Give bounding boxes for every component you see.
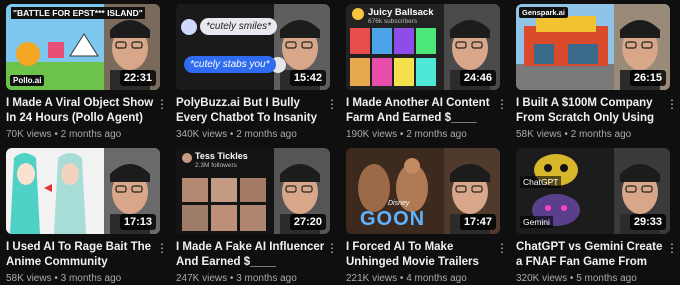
- video-card[interactable]: ChatGPT Gemini 29:33 ChatGPT vs Gemini C…: [516, 148, 678, 284]
- video-thumbnail[interactable]: *cutely smiles* *cutely stabs you* 15:42: [176, 4, 330, 90]
- video-thumbnail[interactable]: Tess Tickles 2.3M followers 27:20: [176, 148, 330, 234]
- subscriber-count: 676k subscribers: [368, 18, 418, 25]
- thumbnail-badge: Genspark.ai: [519, 7, 568, 18]
- video-title[interactable]: I Forced AI To Make Unhinged Movie Trail…: [346, 240, 496, 270]
- view-count: 320K views: [516, 273, 568, 284]
- video-thumbnail[interactable]: 17:13: [6, 148, 160, 234]
- video-title[interactable]: I Used AI To Rage Bait The Anime Communi…: [6, 240, 156, 270]
- more-vertical-icon[interactable]: ⋮: [156, 97, 168, 111]
- video-thumbnail[interactable]: ChatGPT Gemini 29:33: [516, 148, 670, 234]
- video-duration: 15:42: [289, 70, 326, 86]
- chat-bubble: *cutely stabs you*: [184, 56, 276, 73]
- video-card[interactable]: Genspark.ai 26:15 I Built A $100M Compan…: [516, 4, 678, 140]
- video-meta: 221K views • 4 months ago: [346, 273, 467, 284]
- video-card[interactable]: Tess Tickles 2.3M followers 27:20 I Made…: [176, 148, 338, 284]
- video-thumbnail[interactable]: Genspark.ai 26:15: [516, 4, 670, 90]
- upload-age: 2 months ago: [406, 129, 467, 140]
- video-thumbnail[interactable]: "BATTLE FOR EPST*** ISLAND" Pollo.ai 22:…: [6, 4, 160, 90]
- video-title[interactable]: I Made A Viral Object Show In 24 Hours (…: [6, 96, 156, 126]
- video-title[interactable]: PolyBuzz.ai But I Bully Every Chatbot To…: [176, 96, 326, 126]
- upload-age: 3 months ago: [236, 273, 297, 284]
- thumbnail-badge: Pollo.ai: [10, 75, 45, 86]
- more-vertical-icon[interactable]: ⋮: [666, 241, 678, 255]
- video-thumbnail[interactable]: Disney GOON 17:47: [346, 148, 500, 234]
- video-meta: 70K views • 2 months ago: [6, 129, 122, 140]
- video-card[interactable]: 17:13 I Used AI To Rage Bait The Anime C…: [6, 148, 168, 284]
- video-duration: 22:31: [119, 70, 156, 86]
- ai-label: ChatGPT: [520, 176, 562, 188]
- video-duration: 29:33: [629, 214, 666, 230]
- more-vertical-icon[interactable]: ⋮: [326, 241, 338, 255]
- video-duration: 17:47: [459, 214, 496, 230]
- upload-age: 2 months ago: [570, 129, 632, 140]
- video-grid: "BATTLE FOR EPST*** ISLAND" Pollo.ai 22:…: [6, 4, 678, 284]
- ai-label: Gemini: [520, 216, 553, 228]
- more-vertical-icon[interactable]: ⋮: [666, 97, 678, 111]
- video-meta: 340K views • 2 months ago: [176, 129, 297, 140]
- view-count: 190K views: [346, 129, 398, 140]
- more-vertical-icon[interactable]: ⋮: [156, 241, 168, 255]
- video-meta: 58K views • 2 months ago: [516, 129, 632, 140]
- upload-age: 4 months ago: [406, 273, 467, 284]
- more-vertical-icon[interactable]: ⋮: [326, 97, 338, 111]
- video-card[interactable]: Disney GOON 17:47 I Forced AI To Make Un…: [346, 148, 508, 284]
- video-title[interactable]: I Made Another AI Content Farm And Earne…: [346, 96, 496, 126]
- video-title[interactable]: I Built A $100M Company From Scratch Onl…: [516, 96, 666, 126]
- video-duration: 24:46: [459, 70, 496, 86]
- view-count: 58K views: [516, 129, 562, 140]
- movie-title: GOON: [360, 208, 426, 230]
- video-meta: 58K views • 3 months ago: [6, 273, 122, 284]
- influencer-name: Tess Tickles: [195, 151, 248, 161]
- video-title[interactable]: I Made A Fake AI Influencer And Earned $…: [176, 240, 326, 270]
- chat-bubble: *cutely smiles*: [200, 18, 278, 35]
- video-duration: 26:15: [629, 70, 666, 86]
- video-title[interactable]: ChatGPT vs Gemini Create a FNAF Fan Game…: [516, 240, 666, 270]
- video-card[interactable]: *cutely smiles* *cutely stabs you* 15:42…: [176, 4, 338, 140]
- video-thumbnail[interactable]: Juicy Ballsack 676k subscribers 24:46: [346, 4, 500, 90]
- video-meta: 247K views • 3 months ago: [176, 273, 297, 284]
- video-duration: 27:20: [289, 214, 326, 230]
- follower-count: 2.3M followers: [195, 162, 237, 169]
- view-count: 247K views: [176, 273, 228, 284]
- upload-age: 2 months ago: [60, 129, 122, 140]
- channel-name: Juicy Ballsack: [368, 7, 434, 18]
- view-count: 70K views: [6, 129, 52, 140]
- video-duration: 17:13: [119, 214, 156, 230]
- upload-age: 2 months ago: [236, 129, 297, 140]
- view-count: 340K views: [176, 129, 228, 140]
- thumbnail-caption: "BATTLE FOR EPST*** ISLAND": [11, 7, 145, 19]
- video-meta: 320K views • 5 months ago: [516, 273, 637, 284]
- upload-age: 5 months ago: [576, 273, 637, 284]
- view-count: 221K views: [346, 273, 398, 284]
- video-card[interactable]: Juicy Ballsack 676k subscribers 24:46 I …: [346, 4, 508, 140]
- upload-age: 3 months ago: [60, 273, 122, 284]
- video-meta: 190K views • 2 months ago: [346, 129, 467, 140]
- video-card[interactable]: "BATTLE FOR EPST*** ISLAND" Pollo.ai 22:…: [6, 4, 168, 140]
- more-vertical-icon[interactable]: ⋮: [496, 241, 508, 255]
- more-vertical-icon[interactable]: ⋮: [496, 97, 508, 111]
- studio-logo: Disney: [388, 200, 410, 207]
- view-count: 58K views: [6, 273, 52, 284]
